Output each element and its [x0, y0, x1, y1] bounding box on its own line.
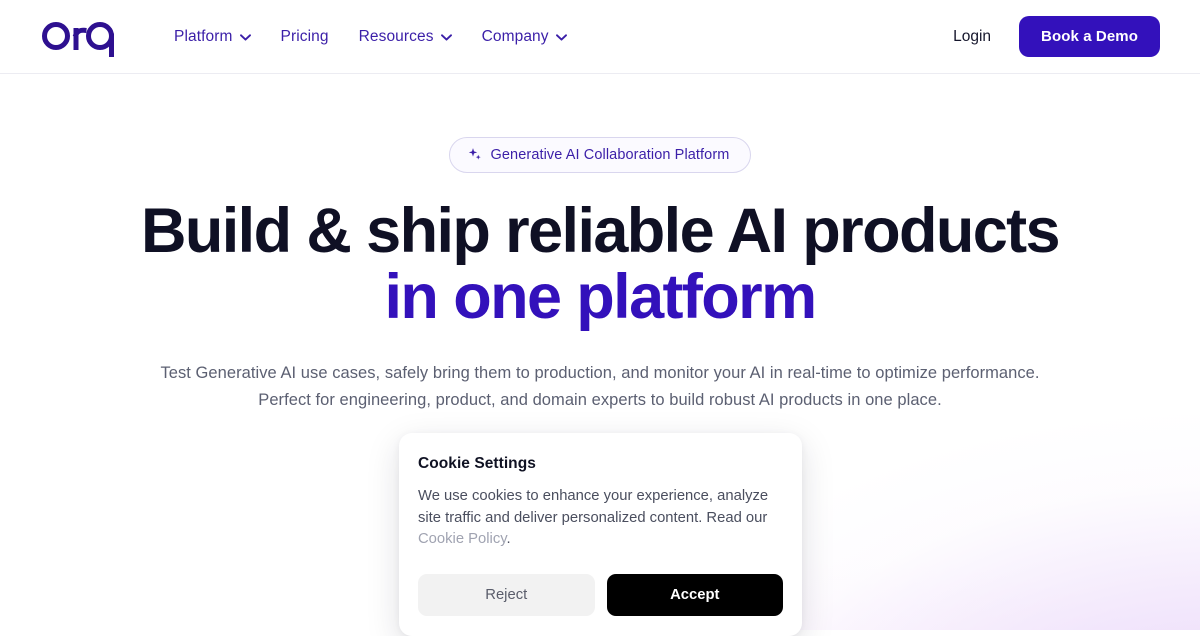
- cookie-dialog-body-suffix: .: [506, 531, 511, 548]
- nav-item-label: Platform: [174, 27, 233, 45]
- cookie-dialog-body: We use cookies to enhance your experienc…: [418, 486, 783, 551]
- book-a-demo-button[interactable]: Book a Demo: [1019, 16, 1160, 57]
- nav-item-company[interactable]: Company: [482, 28, 567, 46]
- top-navigation-bar: Platform Pricing Resources Company Login…: [0, 0, 1200, 74]
- nav-item-label: Resources: [358, 27, 434, 45]
- headline-line-2: in one platform: [384, 262, 818, 333]
- nav-item-pricing[interactable]: Pricing: [281, 28, 329, 46]
- chevron-down-icon: [440, 34, 452, 41]
- primary-nav-links: Platform Pricing Resources Company: [174, 28, 567, 46]
- reject-cookies-button[interactable]: Reject: [418, 573, 595, 616]
- hero-section: Generative AI Collaboration Platform Bui…: [0, 74, 1200, 471]
- cookie-dialog-actions: Reject Accept: [418, 573, 783, 616]
- headline-line-1: Build & ship reliable AI products: [141, 196, 1061, 266]
- cookie-settings-dialog: Cookie Settings We use cookies to enhanc…: [399, 433, 802, 636]
- platform-badge[interactable]: Generative AI Collaboration Platform: [448, 137, 752, 173]
- page-title: Build & ship reliable AI products in one…: [0, 198, 1200, 330]
- login-link[interactable]: Login: [953, 28, 991, 46]
- nav-item-label: Pricing: [280, 27, 329, 45]
- nav-item-label: Company: [481, 27, 549, 45]
- orq-logo[interactable]: [40, 17, 118, 57]
- cookie-policy-link[interactable]: Cookie Policy: [418, 531, 507, 547]
- hero-subtitle: Test Generative AI use cases, safely bri…: [150, 360, 1050, 413]
- hero-subtitle-line-2: Perfect for engineering, product, and do…: [258, 391, 942, 409]
- chevron-down-icon: [239, 34, 251, 41]
- sparkle-icon: [467, 147, 482, 162]
- nav-actions: Login Book a Demo: [953, 16, 1160, 57]
- cookie-dialog-title: Cookie Settings: [418, 455, 536, 472]
- cookie-dialog-body-text: We use cookies to enhance your experienc…: [418, 488, 769, 526]
- chevron-down-icon: [555, 34, 567, 41]
- nav-item-resources[interactable]: Resources: [359, 28, 452, 46]
- nav-item-platform[interactable]: Platform: [174, 28, 251, 46]
- accept-cookies-button[interactable]: Accept: [606, 573, 783, 616]
- hero-subtitle-line-1: Test Generative AI use cases, safely bri…: [160, 364, 1040, 383]
- platform-badge-label: Generative AI Collaboration Platform: [490, 147, 730, 163]
